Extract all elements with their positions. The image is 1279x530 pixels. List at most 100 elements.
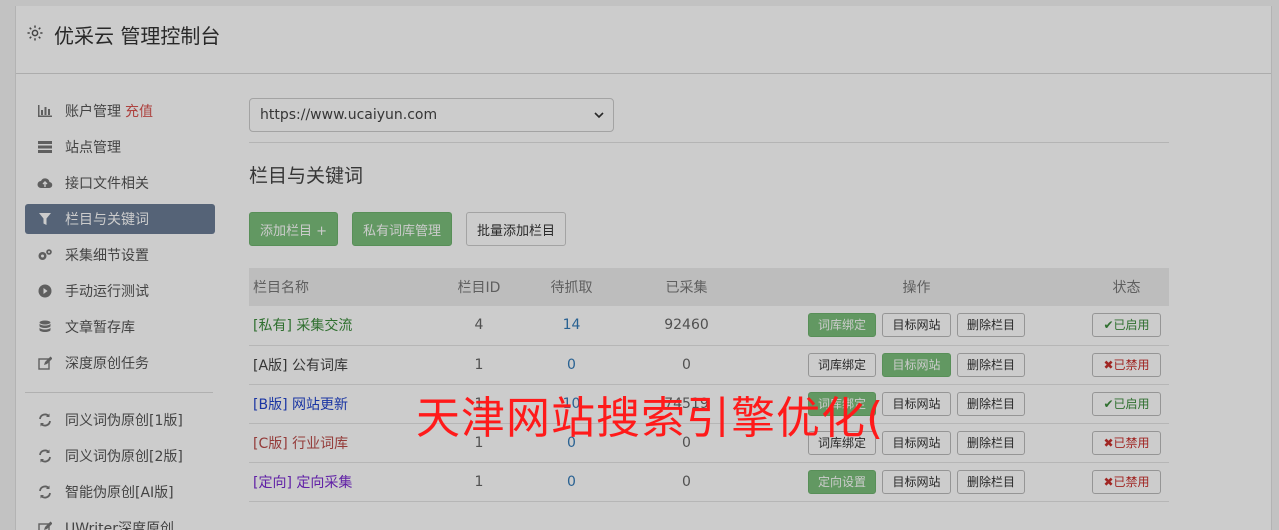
sidebar-item-label: 站点管理 (65, 140, 121, 156)
status-badge[interactable]: ✖已禁用 (1092, 430, 1161, 455)
sidebar-item-label: 同义词伪原创[2版] (65, 449, 183, 465)
gear-icon (27, 25, 43, 41)
filter-icon (37, 211, 53, 227)
private-lexicon-button[interactable]: 私有词库管理 (352, 212, 453, 246)
pending-count[interactable]: 0 (519, 462, 624, 501)
status-cell: ✖已禁用 (1084, 345, 1169, 384)
col-header-status: 状态 (1112, 280, 1141, 296)
page-title: 优采云 管理控制台 (54, 24, 221, 48)
sidebar-item-label: 采集细节设置 (65, 248, 149, 264)
lexicon-bind-button[interactable]: 词库绑定 (808, 352, 877, 377)
app-frame: 优采云 管理控制台 账户管理 充值 站点管理 接口文件相关 栏目与关键词 采集细… (15, 6, 1272, 530)
status-cell: ✔已启用 (1084, 306, 1169, 345)
sidebar-divider (25, 392, 213, 393)
watermark-text: 天津网站搜索引擎优化( (416, 393, 885, 444)
column-id: 4 (474, 317, 484, 334)
pending-count[interactable]: 0 (519, 345, 624, 384)
status-badge[interactable]: ✖已禁用 (1092, 469, 1161, 494)
sidebar-item-synonym-v1[interactable]: 同义词伪原创[1版] (25, 405, 215, 435)
sidebar-item-label: 栏目与关键词 (65, 212, 149, 228)
sidebar-item-manual-run[interactable]: 手动运行测试 (25, 276, 215, 306)
batch-add-column-button[interactable]: 批量添加栏目 (466, 212, 567, 246)
col-header-actions: 操作 (902, 280, 931, 296)
column-name[interactable]: [B版] 网站更新 (249, 384, 439, 423)
status-label: 已启用 (1113, 318, 1150, 333)
sidebar-item-label: 接口文件相关 (65, 176, 149, 192)
target-site-button[interactable]: 目标网站 (882, 469, 951, 494)
close-icon: ✖ (1103, 357, 1114, 372)
sidebar-item-ai-original[interactable]: 智能伪原创[AI版] (25, 477, 215, 507)
status-badge[interactable]: ✔已启用 (1092, 313, 1161, 338)
delete-column-button[interactable]: 删除栏目 (956, 391, 1025, 416)
server-icon (37, 139, 53, 155)
lexicon-bind-button[interactable]: 词库绑定 (808, 313, 877, 338)
close-icon: ✖ (1103, 435, 1114, 450)
actions-cell: 词库绑定 目标网站 删除栏目 (749, 306, 1084, 345)
status-badge[interactable]: ✔已启用 (1092, 391, 1161, 416)
column-id: 1 (474, 473, 484, 490)
status-cell: ✔已启用 (1084, 384, 1169, 423)
delete-column-button[interactable]: 删除栏目 (956, 352, 1025, 377)
sidebar-item-label: 智能伪原创[AI版] (65, 485, 174, 501)
sidebar-item-label: 深度原创任务 (65, 356, 149, 372)
collected-count: 0 (682, 356, 691, 373)
sidebar-item-collect-settings[interactable]: 采集细节设置 (25, 240, 215, 270)
add-column-button[interactable]: 添加栏目 + (249, 212, 339, 246)
status-cell: ✖已禁用 (1084, 423, 1169, 462)
sidebar-item-label: 手动运行测试 (65, 284, 149, 300)
table-row: [定向] 定向采集 1 0 0 定向设置 目标网站 删除栏目 ✖已禁用 (249, 462, 1169, 501)
sidebar-item-interface-files[interactable]: 接口文件相关 (25, 168, 215, 198)
target-site-button[interactable]: 目标网站 (882, 352, 951, 377)
table-header-row: 栏目名称 栏目ID 待抓取 已采集 操作 状态 (249, 268, 1169, 306)
recharge-link[interactable]: 充值 (125, 101, 153, 121)
table-row: [A版] 公有词库 1 0 0 词库绑定 目标网站 删除栏目 ✖已禁用 (249, 345, 1169, 384)
status-label: 已禁用 (1113, 357, 1150, 372)
site-select-value: https://www.ucaiyun.com (260, 107, 438, 123)
column-name[interactable]: [C版] 行业词库 (249, 423, 439, 462)
play-circle-icon (37, 283, 53, 299)
column-name[interactable]: [A版] 公有词库 (249, 345, 439, 384)
refresh-icon (37, 448, 53, 464)
directed-settings-button[interactable]: 定向设置 (808, 469, 877, 494)
sidebar-item-label: 账户管理 (65, 104, 121, 120)
cloud-upload-icon (37, 175, 53, 191)
sidebar-item-uwriter[interactable]: UWriter深度原创 (25, 513, 215, 530)
sidebar-item-deep-original[interactable]: 深度原创任务 (25, 348, 215, 378)
delete-column-button[interactable]: 删除栏目 (956, 469, 1025, 494)
section-title: 栏目与关键词 (249, 165, 364, 187)
target-site-button[interactable]: 目标网站 (882, 430, 951, 455)
sidebar: 账户管理 充值 站点管理 接口文件相关 栏目与关键词 采集细节设置 手动运行测试… (25, 96, 215, 530)
sidebar-item-label: 同义词伪原创[1版] (65, 413, 183, 429)
sidebar-item-columns-keywords[interactable]: 栏目与关键词 (25, 204, 215, 234)
sidebar-item-synonym-v2[interactable]: 同义词伪原创[2版] (25, 441, 215, 471)
status-cell: ✖已禁用 (1084, 462, 1169, 501)
target-site-button[interactable]: 目标网站 (882, 313, 951, 338)
sidebar-item-account[interactable]: 账户管理 充值 (25, 96, 215, 126)
column-name[interactable]: [定向] 定向采集 (249, 462, 439, 501)
delete-column-button[interactable]: 删除栏目 (956, 313, 1025, 338)
col-header-collected: 已采集 (665, 280, 708, 296)
collected-count: 0 (682, 473, 691, 490)
check-icon: ✔ (1103, 396, 1114, 411)
col-header-pending: 待抓取 (550, 280, 593, 296)
status-badge[interactable]: ✖已禁用 (1092, 352, 1161, 377)
sidebar-item-article-storage[interactable]: 文章暂存库 (25, 312, 215, 342)
pending-count[interactable]: 14 (519, 306, 624, 345)
refresh-icon (37, 484, 53, 500)
divider (249, 142, 1169, 143)
sidebar-item-sites[interactable]: 站点管理 (25, 132, 215, 162)
col-header-id: 栏目ID (457, 280, 501, 296)
column-name[interactable]: [私有] 采集交流 (249, 306, 439, 345)
delete-column-button[interactable]: 删除栏目 (956, 430, 1025, 455)
column-id: 1 (474, 356, 484, 373)
bar-chart-icon (37, 103, 53, 119)
site-select[interactable]: https://www.ucaiyun.com (249, 98, 614, 132)
refresh-icon (37, 412, 53, 428)
status-label: 已禁用 (1113, 474, 1150, 489)
header: 优采云 管理控制台 (16, 6, 1271, 74)
sidebar-item-label: 文章暂存库 (65, 320, 135, 336)
target-site-button[interactable]: 目标网站 (882, 391, 951, 416)
chevron-down-icon (594, 112, 604, 119)
toolbar: 添加栏目 + 私有词库管理 批量添加栏目 (249, 212, 1169, 246)
col-header-name: 栏目名称 (253, 280, 309, 296)
